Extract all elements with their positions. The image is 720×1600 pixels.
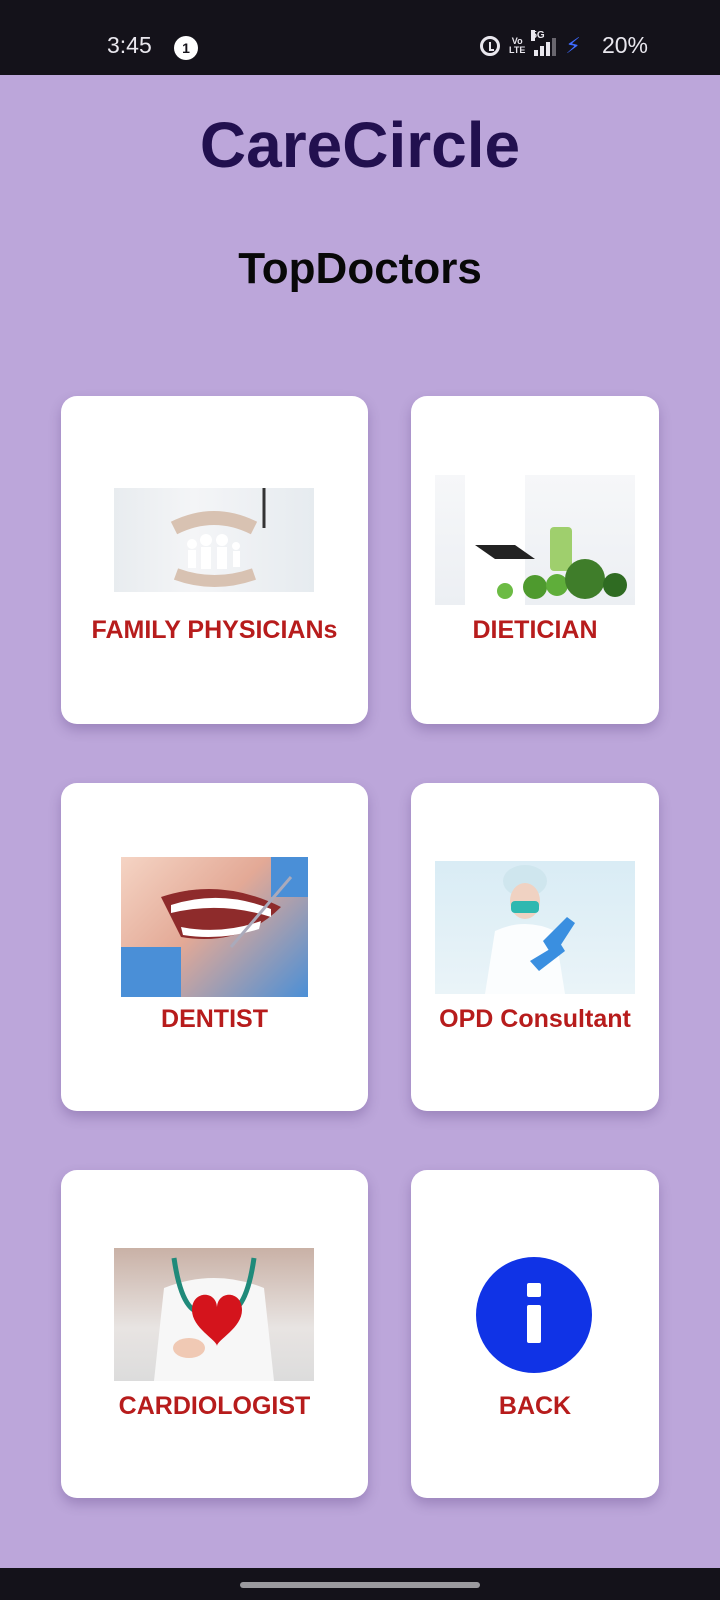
navigation-bar bbox=[0, 1568, 720, 1600]
battery-percent: 20% bbox=[601, 32, 648, 58]
charging-icon: ⚡ bbox=[565, 33, 581, 58]
card-label: DENTIST bbox=[161, 1005, 268, 1033]
volte-icon: Vo LTE bbox=[509, 36, 526, 55]
dentist-photo bbox=[121, 857, 308, 997]
card-label: OPD Consultant bbox=[439, 1005, 631, 1033]
dietician-photo bbox=[435, 475, 635, 605]
status-time: 3:45 bbox=[107, 32, 152, 58]
network-label: 5G bbox=[531, 30, 545, 41]
card-dentist[interactable]: DENTIST bbox=[61, 783, 368, 1111]
page-title: TopDoctors bbox=[238, 244, 482, 293]
home-gesture-handle[interactable] bbox=[240, 1582, 480, 1588]
card-opd-consultant[interactable]: OPD Consultant bbox=[411, 783, 659, 1111]
info-icon bbox=[476, 1257, 592, 1373]
status-icons: Vo LTE 5G ⚡ bbox=[480, 30, 581, 58]
status-bar: 3:45 1 Vo LTE 5G ⚡ 20% bbox=[0, 0, 720, 75]
card-label: CARDIOLOGIST bbox=[118, 1392, 311, 1420]
card-family-physicians[interactable]: FAMILY PHYSICIANs bbox=[61, 396, 368, 724]
back-button[interactable]: BACK bbox=[411, 1170, 659, 1498]
card-label: DIETICIAN bbox=[472, 616, 598, 644]
signal-icon: 5G bbox=[531, 30, 557, 56]
card-label: FAMILY PHYSICIANs bbox=[91, 616, 338, 644]
card-dietician[interactable]: DIETICIAN bbox=[411, 396, 659, 724]
alarm-icon bbox=[480, 36, 500, 56]
notification-badge: 1 bbox=[174, 36, 198, 60]
cardiologist-photo bbox=[114, 1248, 314, 1381]
card-cardiologist[interactable]: CARDIOLOGIST bbox=[61, 1170, 368, 1498]
back-label: BACK bbox=[498, 1392, 572, 1420]
family-physician-photo bbox=[114, 488, 314, 592]
opd-consultant-photo bbox=[435, 861, 635, 994]
app-title: CareCircle bbox=[199, 109, 521, 181]
